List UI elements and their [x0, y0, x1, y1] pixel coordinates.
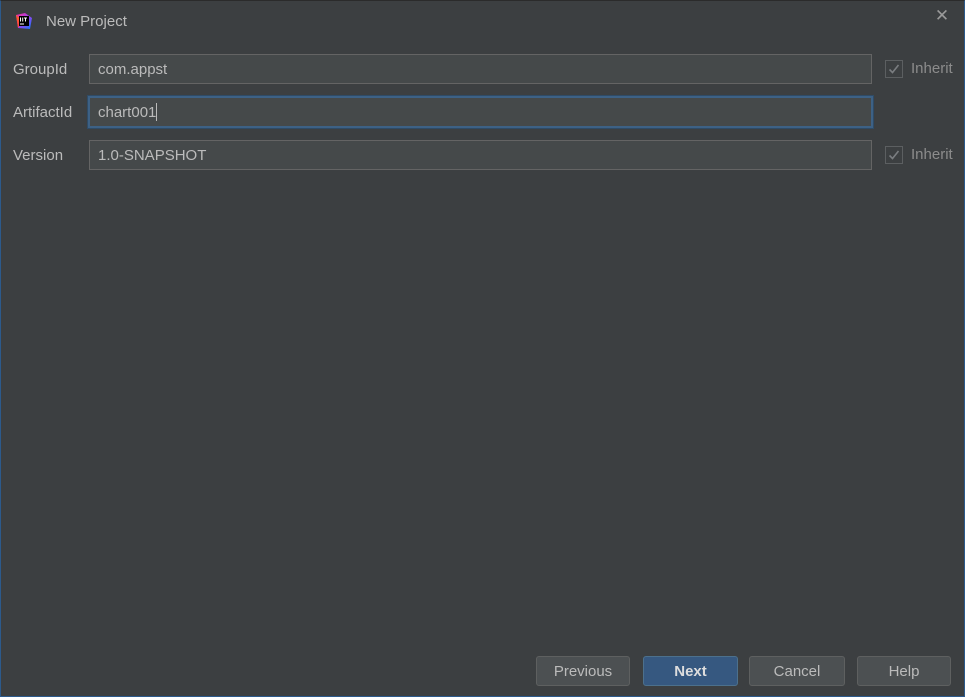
version-row: Version Inherit	[1, 140, 964, 172]
group-id-row: GroupId Inherit	[1, 54, 964, 86]
help-button[interactable]: Help	[857, 656, 951, 686]
dialog-title: New Project	[46, 13, 127, 30]
intellij-idea-icon	[15, 12, 33, 30]
group-id-field[interactable]	[89, 54, 872, 84]
version-field[interactable]	[89, 140, 872, 170]
text-cursor	[156, 103, 157, 121]
version-label: Version	[13, 147, 64, 164]
group-id-label: GroupId	[13, 61, 68, 78]
close-icon[interactable]: ✕	[931, 6, 953, 28]
next-button[interactable]: Next	[643, 656, 738, 686]
artifact-id-field[interactable]	[88, 96, 873, 128]
check-icon	[888, 64, 900, 74]
group-id-inherit-checkbox[interactable]	[885, 60, 903, 78]
check-icon	[888, 150, 900, 160]
cancel-button[interactable]: Cancel	[749, 656, 845, 686]
version-inherit-checkbox[interactable]	[885, 146, 903, 164]
version-inherit-label: Inherit	[911, 146, 953, 163]
group-id-inherit-label: Inherit	[911, 60, 953, 77]
artifact-id-row: ArtifactId	[1, 96, 964, 129]
title-bar: New Project ✕	[1, 1, 964, 43]
previous-button[interactable]: Previous	[536, 656, 630, 686]
new-project-dialog: New Project ✕ GroupId Inherit ArtifactId…	[0, 0, 965, 697]
artifact-id-label: ArtifactId	[13, 104, 73, 121]
